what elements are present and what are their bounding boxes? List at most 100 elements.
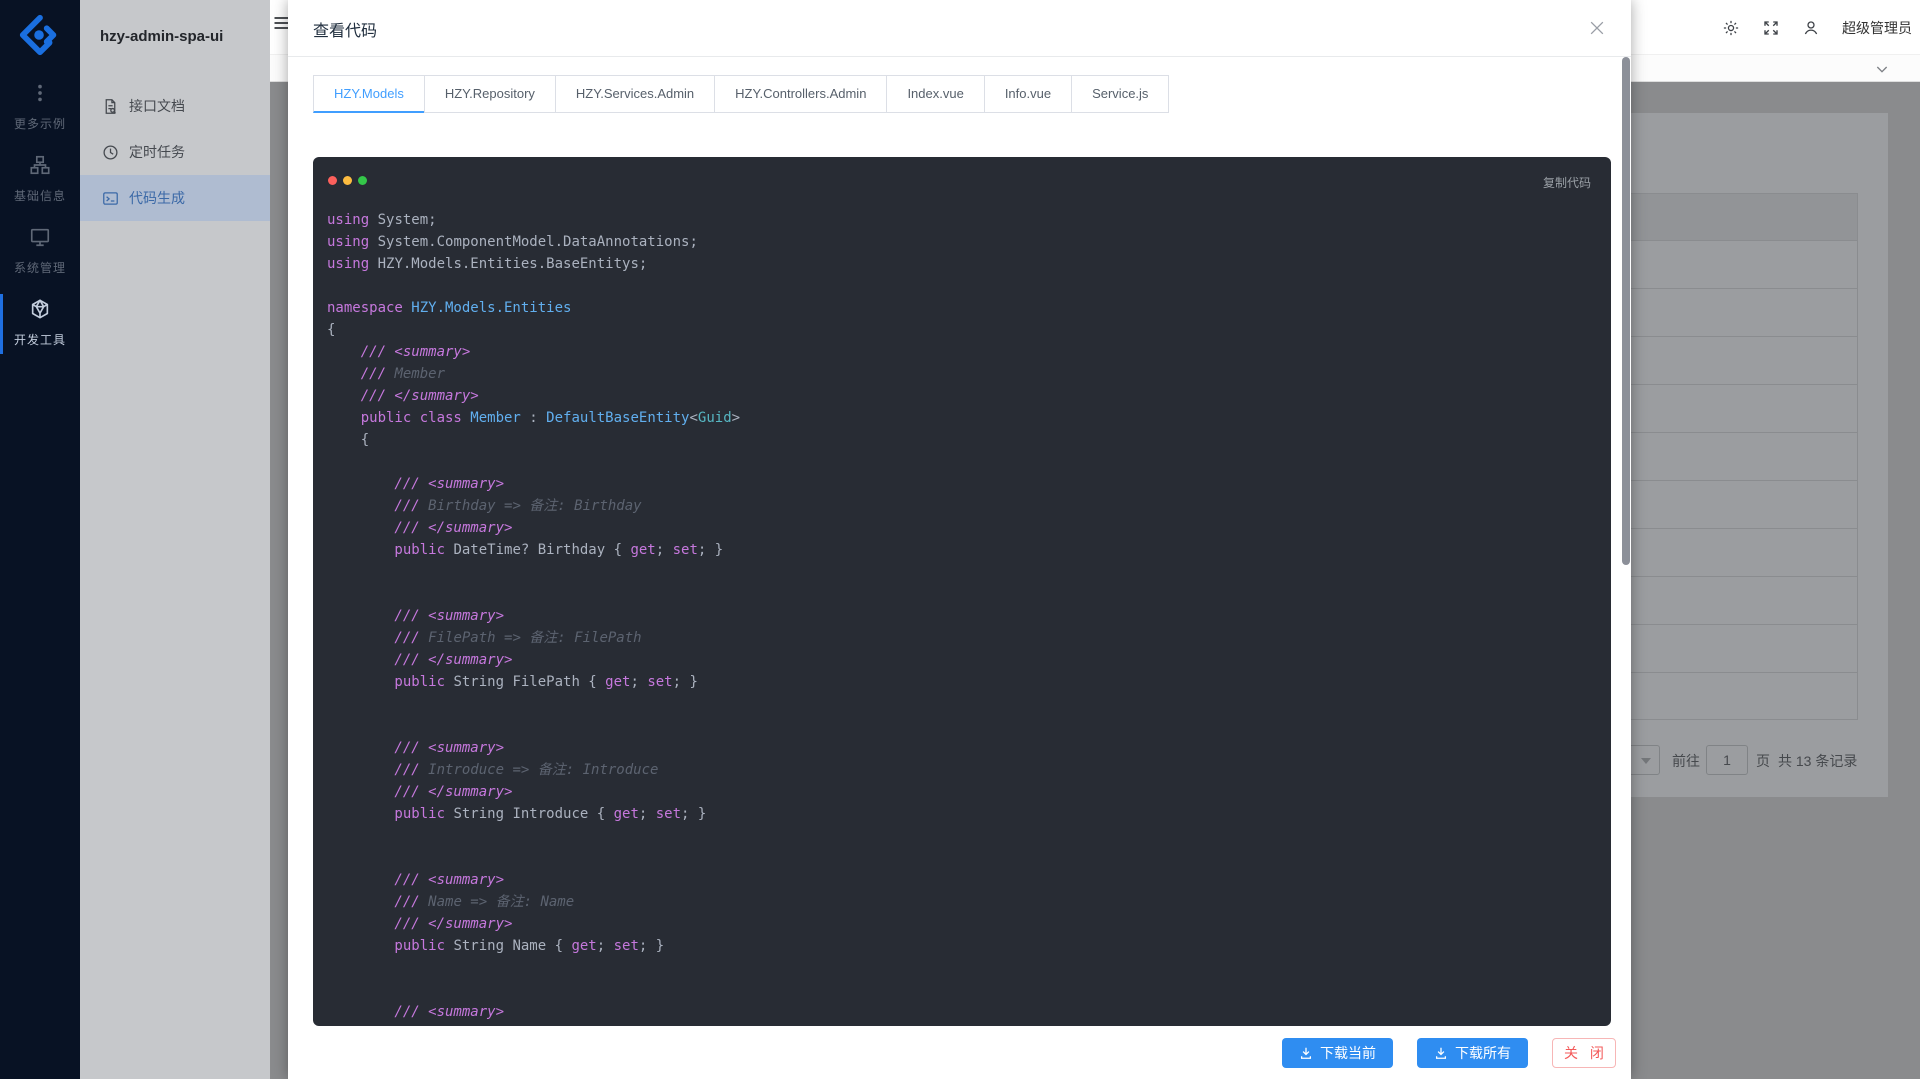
code-content: using System;using System.ComponentModel… [327, 209, 1597, 1026]
code-line: /// <summary> [327, 473, 1597, 495]
submenu-item-scheduled-tasks[interactable]: 定时任务 [80, 129, 270, 175]
table-row [1606, 336, 1858, 384]
code-line: /// </summary> [327, 781, 1597, 803]
code-line: /// </summary> [327, 649, 1597, 671]
code-line: /// </summary> [327, 913, 1597, 935]
dialog-title: 查看代码 [313, 17, 377, 41]
code-line: public String Introduce { get; set; } [327, 803, 1597, 825]
code-line: /// </summary> [327, 517, 1597, 539]
background-table-card: 前往 1 页 共 13 条记录 [1600, 113, 1888, 797]
code-line: /// Birthday => 备注: Birthday [327, 495, 1597, 517]
rail-item-dev-tools[interactable]: 开发工具 [0, 288, 80, 360]
submenu-item-label: 接口文档 [129, 96, 185, 116]
traffic-green-icon [358, 176, 367, 185]
table-row [1606, 528, 1858, 576]
code-line: public DateTime? Birthday { get; set; } [327, 539, 1597, 561]
org-icon [29, 154, 51, 176]
code-line: { [327, 429, 1597, 451]
code-line: using System.ComponentModel.DataAnnotati… [327, 231, 1597, 253]
close-button[interactable]: 关 闭 [1552, 1038, 1616, 1068]
code-line: /// <summary> [327, 1001, 1597, 1023]
code-line: public class Member : DefaultBaseEntity<… [327, 407, 1597, 429]
code-line: /// </summary> [327, 385, 1597, 407]
table-row [1606, 288, 1858, 336]
pagination-total-label: 共 13 条记录 [1778, 751, 1857, 771]
code-line: /// Name => 备注: Name [327, 891, 1597, 913]
submenu-item-api-docs[interactable]: 接口文档 [80, 83, 270, 129]
submenu-item-code-generation[interactable]: 代码生成 [80, 175, 270, 221]
code-line [327, 979, 1597, 1001]
code-line [327, 715, 1597, 737]
code-window: 复制代码 using System;using System.Component… [313, 157, 1611, 1026]
clock-icon [102, 144, 119, 161]
tab-info-vue[interactable]: Info.vue [984, 75, 1072, 113]
code-line: /// Number => 备注: Number [327, 1023, 1597, 1026]
code-line: public String Name { get; set; } [327, 935, 1597, 957]
view-code-dialog: 查看代码 HZY.ModelsHZY.RepositoryHZY.Service… [288, 0, 1631, 1079]
code-line: /// <summary> [327, 869, 1597, 891]
code-line [327, 275, 1597, 297]
submenu-item-label: 定时任务 [129, 142, 185, 162]
table-row [1606, 624, 1858, 672]
rail-item-system-management[interactable]: 系统管理 [0, 216, 80, 288]
code-window-titlebar: 复制代码 [327, 170, 1597, 196]
code-line: /// <summary> [327, 605, 1597, 627]
gear-icon[interactable] [1722, 19, 1740, 37]
code-line [327, 693, 1597, 715]
chevron-down-icon[interactable] [1874, 61, 1890, 77]
code-line: /// <summary> [327, 737, 1597, 759]
user-icon[interactable] [1802, 19, 1820, 37]
terminal-icon [102, 190, 119, 207]
table-row [1606, 432, 1858, 480]
ellipsis-vertical-icon [29, 82, 51, 104]
code-line: /// <summary> [327, 341, 1597, 363]
download-icon [1299, 1046, 1313, 1060]
submenu-panel: hzy-admin-spa-ui 接口文档定时任务代码生成 [80, 0, 270, 1079]
rail-item-label: 开发工具 [0, 331, 80, 348]
copy-code-button[interactable]: 复制代码 [1543, 174, 1591, 191]
traffic-yellow-icon [343, 176, 352, 185]
code-line [327, 957, 1597, 979]
page-number-input[interactable]: 1 [1706, 745, 1748, 775]
tab-service-js[interactable]: Service.js [1071, 75, 1169, 113]
tab-hzy-controllers-admin[interactable]: HZY.Controllers.Admin [714, 75, 887, 113]
code-line: { [327, 319, 1597, 341]
select-caret-icon [1641, 758, 1651, 764]
pagination-page-unit: 页 [1756, 751, 1770, 771]
download-current-button[interactable]: 下载当前 [1282, 1038, 1393, 1068]
fullscreen-icon[interactable] [1762, 19, 1780, 37]
project-title: hzy-admin-spa-ui [80, 0, 270, 45]
code-line [327, 847, 1597, 869]
close-icon[interactable] [1587, 18, 1607, 38]
tab-hzy-services-admin[interactable]: HZY.Services.Admin [555, 75, 715, 113]
rail-item-label: 系统管理 [0, 259, 80, 276]
submenu-item-label: 代码生成 [129, 188, 185, 208]
sidebar-rail: 更多示例基础信息系统管理开发工具 [0, 0, 80, 1079]
table-row [1606, 672, 1858, 720]
traffic-lights [328, 176, 367, 185]
monitor-icon [29, 226, 51, 248]
document-icon [102, 98, 119, 115]
rail-item-label: 更多示例 [0, 115, 80, 132]
rail-item-more-examples[interactable]: 更多示例 [0, 72, 80, 144]
dialog-header: 查看代码 [288, 0, 1631, 57]
pagination-goto-label: 前往 [1672, 751, 1700, 771]
tab-hzy-models[interactable]: HZY.Models [313, 75, 425, 113]
current-user-label[interactable]: 超级管理员 [1842, 18, 1912, 38]
table-row [1606, 384, 1858, 432]
tab-hzy-repository[interactable]: HZY.Repository [424, 75, 556, 113]
tab-index-vue[interactable]: Index.vue [886, 75, 984, 113]
rail-item-basic-info[interactable]: 基础信息 [0, 144, 80, 216]
file-tabs: HZY.ModelsHZY.RepositoryHZY.Services.Adm… [313, 75, 1631, 113]
dialog-scrollbar[interactable] [1622, 57, 1630, 565]
code-line: using System; [327, 209, 1597, 231]
app-logo-icon[interactable] [17, 12, 63, 58]
background-table [1606, 193, 1858, 720]
code-line [327, 561, 1597, 583]
table-row [1606, 576, 1858, 624]
code-line: namespace HZY.Models.Entities [327, 297, 1597, 319]
code-line: /// Member [327, 363, 1597, 385]
dialog-footer: 下载当前 下载所有 关 闭 [1282, 1038, 1616, 1068]
download-all-button[interactable]: 下载所有 [1417, 1038, 1528, 1068]
cube-icon [29, 298, 51, 320]
